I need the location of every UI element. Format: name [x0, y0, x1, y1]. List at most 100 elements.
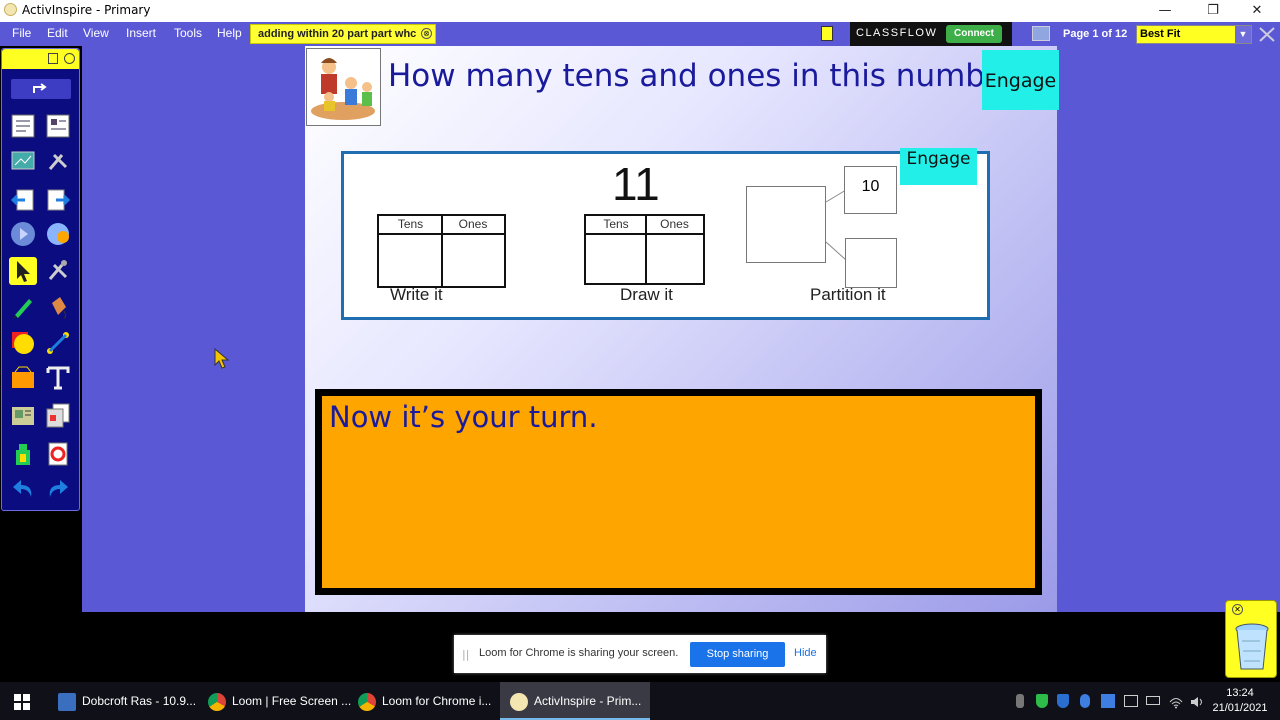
taskbar-item-label: ActivInspire - Prim... — [534, 694, 642, 708]
wifi-icon[interactable] — [1169, 694, 1183, 709]
maximize-button[interactable]: ❐ — [1190, 0, 1236, 22]
security-shield-icon[interactable] — [1036, 694, 1048, 708]
close-tab-icon[interactable]: ⊗ — [421, 28, 432, 39]
reset-page-icon[interactable] — [44, 440, 72, 468]
taskbar-item-label: Loom for Chrome i... — [382, 694, 492, 708]
partition-whole-box[interactable] — [746, 186, 826, 263]
select-tool-icon[interactable] — [9, 257, 37, 285]
remote-desktop-icon — [58, 692, 76, 711]
fullscreen-icon[interactable] — [1258, 26, 1276, 43]
toolbox-header[interactable] — [2, 49, 79, 69]
flipchart-tab-label: adding within 20 part part whc — [258, 28, 417, 40]
shape-tool-icon[interactable] — [9, 329, 37, 357]
activinspire-app-icon — [4, 3, 17, 16]
draw-it-place-value-table[interactable]: Tens Ones — [584, 214, 705, 285]
note-icon[interactable] — [821, 26, 833, 41]
connector-icon[interactable] — [44, 329, 72, 357]
undo-icon[interactable] — [9, 475, 37, 503]
tens-header: Tens — [586, 216, 646, 235]
tools-icon[interactable] — [44, 257, 72, 285]
clock-date: 21/01/2021 — [1212, 702, 1268, 714]
trash-icon — [1235, 623, 1269, 670]
write-it-place-value-table[interactable]: Tens Ones — [377, 214, 506, 288]
taskbar-item-remote-desktop[interactable]: Dobcroft Ras - 10.9... — [52, 682, 202, 720]
windows-taskbar: Dobcroft Ras - 10.9... Loom | Free Scree… — [0, 682, 1280, 720]
menu-bar: File Edit View Insert Tools Help adding … — [0, 22, 1280, 46]
children-clipart-image — [306, 48, 381, 126]
taskbar-item-activinspire[interactable]: ActivInspire - Prim... — [500, 682, 650, 720]
menu-insert[interactable]: Insert — [126, 26, 156, 40]
partition-part-box-ones[interactable] — [845, 238, 897, 288]
close-button[interactable]: ✕ — [1234, 0, 1280, 22]
media-icon[interactable] — [9, 401, 37, 429]
fill-icon[interactable] — [44, 293, 72, 321]
activinspire-icon — [510, 692, 528, 711]
partition-part-box-tens[interactable]: 10 — [844, 166, 897, 214]
tens-header: Tens — [379, 216, 442, 235]
write-it-caption: Write it — [390, 285, 443, 304]
drag-handle-icon[interactable]: || — [462, 648, 469, 661]
flipchart-browser-icon[interactable] — [9, 112, 37, 140]
classflow-panel: CLASSFLOW Connect — [850, 22, 1012, 46]
taskbar-item-label: Loom | Free Screen ... — [232, 694, 352, 708]
menu-file[interactable]: File — [12, 26, 31, 40]
taskbar-item-chrome-loom[interactable]: Loom | Free Screen ... — [200, 682, 353, 720]
engage-label-activity[interactable]: Engage — [900, 148, 977, 185]
your-turn-text: Now it’s your turn. — [329, 400, 598, 434]
pin-icon[interactable] — [48, 53, 58, 64]
loom-sharing-bar: || Loom for Chrome is sharing your scree… — [454, 635, 826, 673]
trash-can[interactable]: ✕ — [1225, 600, 1277, 678]
duplicate-icon[interactable] — [44, 401, 72, 429]
chrome-icon — [208, 692, 226, 711]
volume-icon[interactable] — [1190, 694, 1204, 708]
window-title: ActivInspire - Primary — [22, 3, 151, 17]
flipchart-tab[interactable]: adding within 20 part part whc ⊗ — [250, 24, 436, 44]
menu-view[interactable]: View — [83, 26, 109, 40]
stop-sharing-button[interactable]: Stop sharing — [690, 642, 785, 667]
column-divider — [441, 216, 443, 286]
taskbar-item-label: Dobcroft Ras - 10.9... — [82, 694, 197, 708]
minimize-button[interactable]: — — [1142, 0, 1188, 22]
menu-help[interactable]: Help — [217, 26, 242, 40]
page-heading: How many tens and ones in this number? — [388, 58, 1034, 94]
resource-library-icon[interactable] — [9, 364, 37, 392]
text-tool-icon[interactable] — [44, 364, 72, 392]
display-icon[interactable] — [1124, 695, 1138, 707]
pen-icon[interactable] — [9, 293, 37, 321]
ones-header: Ones — [646, 216, 703, 235]
close-icon[interactable]: ✕ — [1232, 604, 1243, 615]
desktop-annotate-icon[interactable] — [9, 147, 37, 175]
defender-icon[interactable] — [1057, 694, 1069, 708]
ones-header: Ones — [442, 216, 504, 235]
microphone-icon[interactable] — [1016, 694, 1024, 708]
battery-icon[interactable] — [1146, 696, 1160, 705]
chrome-icon — [358, 692, 376, 711]
menu-tools[interactable]: Tools — [174, 26, 202, 40]
help-icon[interactable] — [44, 220, 72, 248]
system-clock[interactable]: 13:24 21/01/2021 — [1208, 686, 1272, 716]
window-title-bar: ActivInspire - Primary — ❐ ✕ — [0, 0, 1280, 22]
bluetooth-icon[interactable] — [1080, 694, 1090, 708]
previous-page-icon[interactable] — [9, 186, 37, 214]
connect-button[interactable]: Connect — [946, 25, 1002, 43]
clock-time: 13:24 — [1226, 687, 1254, 699]
engage-label-top[interactable]: Engage — [982, 50, 1059, 110]
chevron-down-icon[interactable]: ▼ — [1235, 26, 1251, 43]
collapse-icon[interactable] — [64, 53, 75, 64]
next-page-icon[interactable] — [44, 186, 72, 214]
page-browser-tool-icon[interactable] — [44, 112, 72, 140]
classflow-logo: CLASSFLOW — [856, 27, 938, 39]
desktop-tools-icon[interactable] — [44, 147, 72, 175]
taskbar-item-chrome-loom-extension[interactable]: Loom for Chrome i... — [350, 682, 503, 720]
page-browser-icon[interactable] — [1032, 26, 1050, 41]
network-adapter-icon[interactable] — [1101, 694, 1115, 708]
share-button[interactable] — [11, 79, 71, 99]
redo-icon[interactable] — [44, 475, 72, 503]
hide-button[interactable]: Hide — [794, 647, 817, 659]
start-icon[interactable] — [14, 694, 30, 710]
play-icon[interactable] — [9, 220, 37, 248]
page-counter: Page 1 of 12 — [1063, 28, 1128, 40]
menu-edit[interactable]: Edit — [47, 26, 68, 40]
eraser-icon[interactable] — [9, 440, 37, 468]
zoom-select[interactable]: Best Fit ▼ — [1136, 25, 1252, 44]
